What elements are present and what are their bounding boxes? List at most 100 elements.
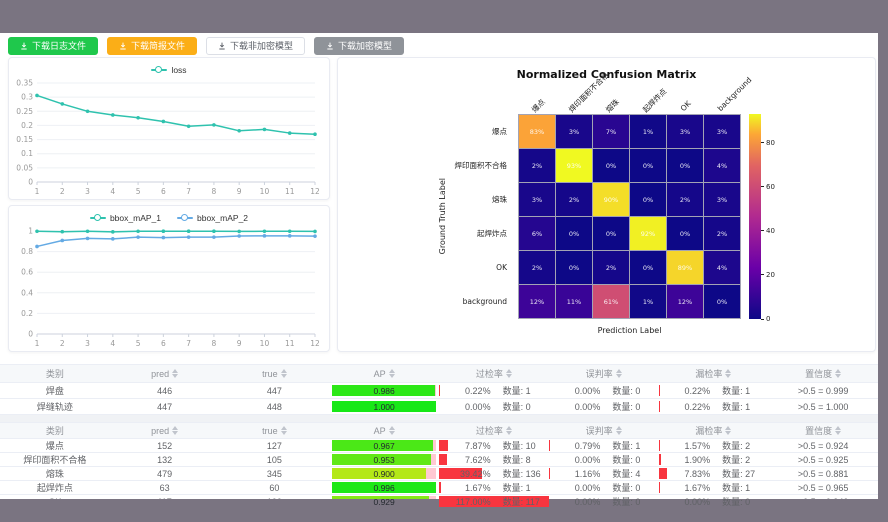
column-header-AP[interactable]: AP [329, 365, 439, 382]
over-rate-cell: 0.22%数量: 1 [439, 383, 549, 398]
rate-count: 数量: 1 [710, 400, 765, 413]
heatmap-cell: 92% [630, 217, 666, 250]
rate-percent: 117.00% [442, 497, 490, 507]
sort-carets-icon[interactable] [835, 369, 841, 378]
confidence-cell: >0.5 = 1.000 [768, 399, 878, 414]
rate-count: 数量: 27 [710, 467, 765, 480]
sort-carets-icon[interactable] [506, 426, 512, 435]
heatmap-cell: 1% [630, 285, 666, 318]
heatmap-cell: 3% [556, 115, 592, 148]
rate-count: 数量: 117 [491, 495, 546, 508]
column-header-label: 误判率 [586, 424, 613, 437]
over-rate-cell: 1.67%数量: 1 [439, 481, 549, 494]
legend-label: bbox_mAP_1 [110, 213, 161, 223]
sort-carets-icon[interactable] [616, 426, 622, 435]
rate-percent: 1.16% [552, 469, 600, 479]
rate-bar [549, 468, 550, 479]
legend-item-bbox_mAP_1[interactable]: bbox_mAP_1 [90, 213, 161, 223]
class-cell: 爆点 [0, 439, 110, 452]
heatmap-cell: 4% [704, 251, 740, 284]
y-axis-tick-labels: 爆点焊印面积不合格熔珠起焊炸点OKbackground [358, 114, 514, 319]
y-tick-label: 熔珠 [358, 182, 514, 216]
confidence-cell: >0.5 = 0.999 [768, 383, 878, 398]
heatmap-cell: 0% [630, 183, 666, 216]
map-chart-legend: bbox_mAP_1 bbox_mAP_2 [9, 206, 329, 225]
column-header-true[interactable]: true [220, 423, 330, 438]
table-row: 焊印面积不合格1321050.9537.62%数量: 80.00%数量: 01.… [0, 453, 878, 467]
misjudge-rate-cell: 0.00%数量: 0 [549, 481, 659, 494]
sort-carets-icon[interactable] [506, 369, 512, 378]
column-header-过检率[interactable]: 过检率 [439, 365, 549, 382]
sort-carets-icon[interactable] [281, 426, 287, 435]
column-header-pred[interactable]: pred [110, 365, 220, 382]
miss-rate-cell: 0.00%数量: 0 [659, 495, 769, 508]
svg-text:0.15: 0.15 [16, 135, 33, 144]
column-header-AP[interactable]: AP [329, 423, 439, 438]
download-encrypted-model-button[interactable]: 下载加密模型 [314, 37, 404, 55]
download-log-button[interactable]: 下载日志文件 [8, 37, 98, 55]
confusion-matrix-card: Normalized Confusion Matrix Ground Truth… [337, 57, 876, 352]
download-report-button[interactable]: 下载简报文件 [107, 37, 197, 55]
colorbar-tick: 60 [761, 183, 775, 191]
sort-carets-icon[interactable] [172, 369, 178, 378]
sort-carets-icon[interactable] [281, 369, 287, 378]
svg-text:12: 12 [310, 339, 320, 348]
tick-mark [761, 319, 764, 320]
rate-percent: 0.22% [662, 386, 710, 396]
colorbar-tick: 40 [761, 227, 775, 235]
window-chrome-right [878, 33, 888, 499]
rate-percent: 1.90% [662, 455, 710, 465]
sort-carets-icon[interactable] [616, 369, 622, 378]
loss-line-chart: 00.050.10.150.20.250.30.3512345678910111… [9, 77, 327, 197]
column-header-label: pred [151, 369, 169, 379]
misjudge-rate-cell: 0.00%数量: 0 [549, 453, 659, 466]
column-header-label: 漏检率 [695, 367, 722, 380]
column-header-pred[interactable]: pred [110, 423, 220, 438]
button-label: 下载加密模型 [338, 42, 392, 51]
rate-count: 数量: 2 [710, 439, 765, 452]
column-header-漏检率[interactable]: 漏检率 [659, 423, 769, 438]
true-cell: 345 [220, 467, 330, 480]
column-header-label: 置信度 [805, 424, 832, 437]
svg-text:5: 5 [136, 187, 141, 196]
over-rate-cell: 39.42%数量: 136 [439, 467, 549, 480]
pred-cell: 132 [110, 453, 220, 466]
column-header-置信度[interactable]: 置信度 [768, 423, 878, 438]
column-header-误判率[interactable]: 误判率 [549, 365, 659, 382]
rate-percent: 0.00% [442, 402, 490, 412]
rate-count: 数量: 1 [491, 481, 546, 494]
heatmap-cell: 90% [593, 183, 629, 216]
legend-item-loss[interactable]: loss [151, 65, 186, 75]
sort-carets-icon[interactable] [389, 426, 395, 435]
over-rate-cell: 7.87%数量: 10 [439, 439, 549, 452]
download-icon [20, 42, 28, 50]
column-header-true[interactable]: true [220, 365, 330, 382]
download-unencrypted-model-button[interactable]: 下载非加密模型 [206, 37, 305, 55]
rate-count: 数量: 0 [600, 400, 655, 413]
rate-percent: 0.00% [552, 386, 600, 396]
legend-item-bbox_mAP_2[interactable]: bbox_mAP_2 [177, 213, 248, 223]
svg-text:0.8: 0.8 [21, 247, 33, 256]
button-label: 下载非加密模型 [230, 42, 293, 51]
ap-value: 1.000 [373, 402, 394, 412]
sort-carets-icon[interactable] [835, 426, 841, 435]
class-cell: 焊缝轨迹 [0, 399, 110, 414]
sort-carets-icon[interactable] [725, 426, 731, 435]
heatmap-cell: 0% [593, 217, 629, 250]
svg-text:11: 11 [285, 187, 295, 196]
column-header-误判率[interactable]: 误判率 [549, 423, 659, 438]
sort-carets-icon[interactable] [172, 426, 178, 435]
over-rate-cell: 117.00%数量: 117 [439, 495, 549, 508]
ap-value: 0.996 [373, 483, 394, 493]
svg-text:0.2: 0.2 [21, 309, 33, 318]
sort-carets-icon[interactable] [389, 369, 395, 378]
heatmap-cell: 12% [667, 285, 703, 318]
sort-carets-icon[interactable] [725, 369, 731, 378]
y-tick-label: 爆点 [358, 114, 514, 148]
column-header-过检率[interactable]: 过检率 [439, 423, 549, 438]
y-tick-label: 起焊炸点 [358, 217, 514, 251]
column-header-置信度[interactable]: 置信度 [768, 365, 878, 382]
pred-cell: 63 [110, 481, 220, 494]
column-header-漏检率[interactable]: 漏检率 [659, 365, 769, 382]
column-header-label: AP [374, 369, 386, 379]
